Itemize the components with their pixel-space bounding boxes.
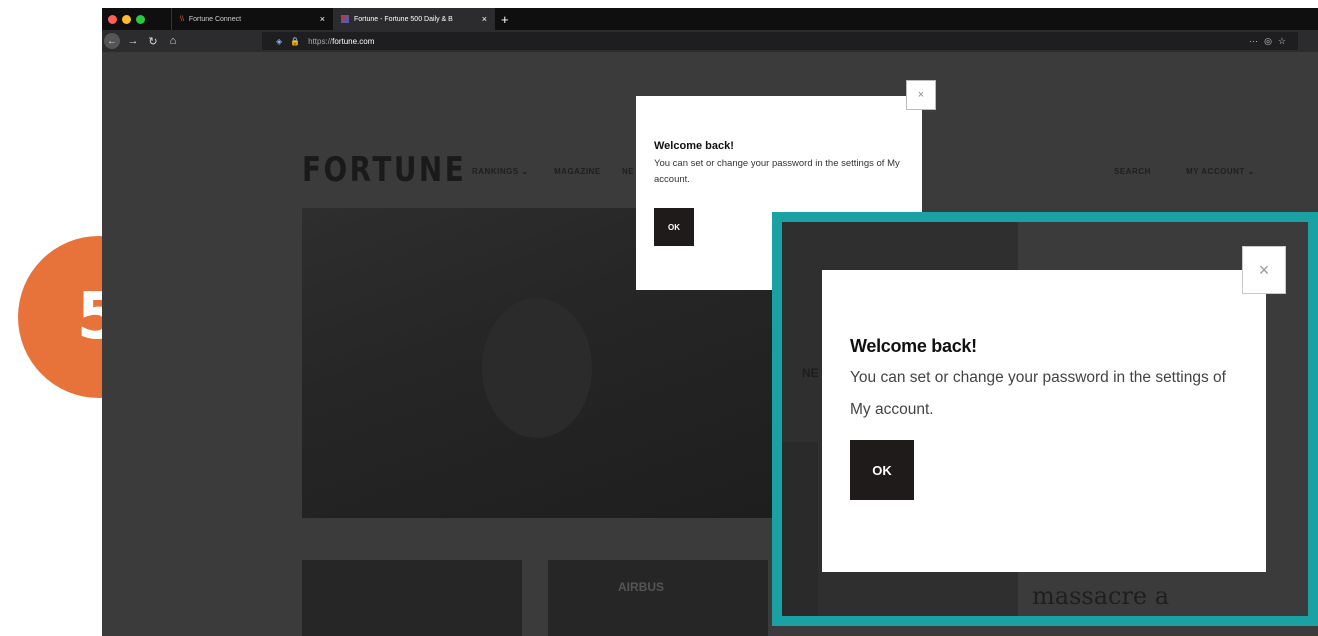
page-actions-icon[interactable]: ··· <box>1249 36 1258 47</box>
tab-bar: \\ Fortune Connect × Fortune - Fortune 5… <box>102 8 1318 30</box>
back-arrow-icon[interactable]: ← <box>104 33 120 49</box>
tab-label: Fortune - Fortune 500 Daily & B <box>354 15 453 23</box>
shield-icon: ◈ <box>276 36 283 46</box>
reload-icon[interactable]: ↻ <box>146 35 160 48</box>
fortune-favicon-icon <box>341 15 349 23</box>
fortune-connect-favicon-icon: \\ <box>180 15 184 23</box>
tab-close-icon[interactable]: × <box>320 14 325 24</box>
ok-button[interactable]: OK <box>654 208 694 246</box>
nav-my-account[interactable]: MY ACCOUNT ⌄ <box>1186 167 1255 176</box>
window-controls <box>108 14 145 24</box>
tab-label: Fortune Connect <box>188 15 242 23</box>
welcome-dialog-zoomed: Welcome back! You can set or change your… <box>822 270 1266 572</box>
hero-figure <box>482 298 592 438</box>
bookmark-star-icon[interactable]: ☆ <box>1278 36 1286 47</box>
zoom-subheadline: Female CEOs saw median pay fall <box>1058 618 1187 626</box>
minimize-window-button[interactable] <box>122 14 131 24</box>
fortune-logo: FORTUNE <box>302 150 467 190</box>
zoom-nav-fragment: NE <box>802 366 819 380</box>
forward-arrow-icon[interactable]: → <box>126 35 140 47</box>
dialog-message: You can set or change your password in t… <box>850 369 1226 418</box>
zoom-inset: NE massacre a Female CEOs saw median pay… <box>772 212 1318 626</box>
ok-button[interactable]: OK <box>850 440 914 500</box>
pocket-icon[interactable]: ◎ <box>1264 36 1272 47</box>
thumbnail-brand-text: AIRBUS <box>618 580 665 594</box>
home-icon[interactable]: ⌂ <box>166 35 180 47</box>
tab-fortune-connect[interactable]: \\ Fortune Connect × <box>171 8 333 30</box>
maximize-window-button[interactable] <box>136 14 145 24</box>
close-icon: × <box>1258 259 1270 280</box>
nav-search[interactable]: SEARCH <box>1114 167 1151 176</box>
tab-close-icon[interactable]: × <box>482 14 487 24</box>
dialog-title: Welcome back! <box>850 336 977 356</box>
nav-rankings[interactable]: RANKINGS ⌄ <box>472 167 529 176</box>
address-bar[interactable]: ◈ 🔒 https://fortune.com ··· ◎ ☆ <box>262 32 1298 50</box>
dialog-title: Welcome back! <box>654 140 734 152</box>
zoom-photo-strip <box>782 442 818 616</box>
zoom-headline-fragment: massacre a <box>1032 582 1170 610</box>
article-thumbnail[interactable] <box>302 560 522 636</box>
dialog-message: You can set or change your password in t… <box>654 158 900 185</box>
new-tab-button[interactable]: + <box>501 12 509 27</box>
nav-magazine[interactable]: MAGAZINE <box>554 167 601 176</box>
browser-toolbar: ← → ↻ ⌂ ◈ 🔒 https://fortune.com ··· ◎ ☆ <box>102 30 1318 52</box>
lock-icon: 🔒 <box>290 36 301 46</box>
close-window-button[interactable] <box>108 14 117 24</box>
nav-news[interactable]: NE <box>622 167 634 176</box>
dialog-close-button[interactable]: × <box>906 80 936 110</box>
tab-fortune-daily[interactable]: Fortune - Fortune 500 Daily & B × <box>333 8 495 30</box>
close-icon: × <box>917 89 925 101</box>
url-text: https://fortune.com <box>308 36 375 46</box>
dialog-close-button[interactable]: × <box>1242 246 1286 294</box>
article-thumbnail[interactable]: AIRBUS <box>548 560 768 636</box>
